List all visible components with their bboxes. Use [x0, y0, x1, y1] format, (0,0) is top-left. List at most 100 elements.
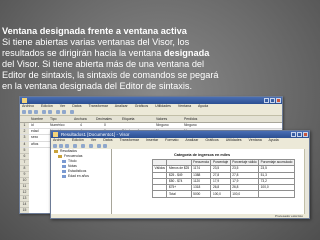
menu-graficos[interactable]: Gráficos: [205, 138, 218, 142]
show-icon[interactable]: [97, 144, 101, 148]
cell-width[interactable]: 4: [80, 123, 82, 128]
row-number: 4: [20, 141, 29, 147]
table-cell: 100,0: [229, 190, 260, 198]
menu-archivo[interactable]: Archivo: [22, 104, 34, 108]
col-nombre: Nombre: [31, 117, 44, 121]
variables-icon[interactable]: [62, 110, 66, 114]
cell-type[interactable]: Numérico: [50, 123, 65, 128]
app-icon: [53, 132, 58, 137]
header-cell: Frecuencia: [190, 158, 212, 167]
tree-label: Resultados: [60, 149, 77, 153]
save-icon[interactable]: [28, 110, 32, 114]
close-icon[interactable]: [303, 132, 308, 137]
folder-icon: [54, 150, 58, 153]
menu-archivo[interactable]: Archivo: [53, 138, 65, 142]
maximize-icon[interactable]: [270, 98, 275, 103]
viewer-title: Resultados1 [Documento1] - Visor: [61, 132, 130, 137]
row-number: 3: [20, 135, 29, 141]
designate-window-icon[interactable]: [89, 144, 93, 148]
table-cell: Total: [166, 190, 192, 198]
data-editor-titlebar[interactable]: [20, 97, 282, 104]
menu-ver[interactable]: Ver: [60, 104, 65, 108]
menu-formato[interactable]: Formato: [165, 138, 178, 142]
slide-line-2: resultados se dirigirán hacia la ventana…: [2, 48, 312, 59]
viewer-window[interactable]: Resultados1 [Documento1] - Visor Archivo…: [50, 130, 310, 219]
tree-label: Título: [68, 159, 77, 163]
table-cell: 5000: [190, 190, 212, 198]
goto-data-icon[interactable]: [81, 144, 85, 148]
menu-edicion[interactable]: Edición: [41, 104, 53, 108]
minimize-icon[interactable]: [291, 132, 296, 137]
menu-datos[interactable]: Datos: [103, 138, 112, 142]
find-icon[interactable]: [70, 110, 74, 114]
cell-name[interactable]: años: [31, 142, 38, 147]
menu-utilidades[interactable]: Utilidades: [226, 138, 242, 142]
menu-ayuda[interactable]: Ayuda: [198, 104, 208, 108]
menu-ventana[interactable]: Ventana: [178, 104, 191, 108]
variable-grid-header: Nombre Tipo Anchura Decimales Etiqueta V…: [20, 116, 282, 123]
header-cell: Porcentaje: [210, 158, 231, 167]
slide-line-1: Si tiene abiertas varias ventanas del Vi…: [2, 37, 190, 47]
close-icon[interactable]: [276, 98, 281, 103]
slide-line-5: en la ventana designada del Editor de si…: [2, 81, 193, 91]
menu-analizar[interactable]: Analizar: [115, 104, 128, 108]
redo-icon[interactable]: [48, 110, 52, 114]
cell-name[interactable]: edad: [31, 129, 39, 134]
menu-ayuda[interactable]: Ayuda: [269, 138, 279, 142]
cell-name[interactable]: id: [31, 123, 34, 128]
cell-values[interactable]: Ninguno: [156, 123, 169, 128]
undo-icon[interactable]: [42, 110, 46, 114]
save-icon[interactable]: [59, 144, 63, 148]
menu-insertar[interactable]: Insertar: [146, 138, 158, 142]
vertical-scrollbar[interactable]: [304, 149, 309, 214]
table-cell: Válidos: [151, 165, 168, 173]
menu-transformar[interactable]: Transformar: [89, 104, 108, 108]
maximize-icon[interactable]: [297, 132, 302, 137]
menu-ventana[interactable]: Ventana: [249, 138, 262, 142]
print-icon[interactable]: [65, 144, 69, 148]
status-bar: Procesador está listo: [51, 214, 309, 218]
menu-edicion[interactable]: Edición: [72, 138, 84, 142]
cell-missing[interactable]: Ninguno: [184, 123, 197, 128]
menu-datos[interactable]: Datos: [72, 104, 81, 108]
header-cell: Porcentaje acumulado: [258, 158, 295, 167]
output-table-title: Categoría de ingresos en miles: [174, 153, 231, 157]
frequency-table[interactable]: Frecuencia Porcentaje Porcentaje válido …: [151, 158, 295, 198]
slide-line-2-bold: designada: [163, 48, 210, 58]
app-icon: [22, 98, 27, 103]
slide-background: Ventana designada frente a ventana activ…: [0, 0, 320, 240]
slide-title: Ventana designada frente a ventana activ…: [2, 26, 187, 36]
col-perdidos: Perdidos: [184, 117, 198, 121]
table-row: Total 5000 100,0 100,0: [151, 190, 295, 198]
col-anchura: Anchura: [74, 117, 87, 121]
output-pane[interactable]: Categoría de ingresos en miles Frecuenci…: [112, 149, 309, 218]
minimize-icon[interactable]: [264, 98, 269, 103]
open-icon[interactable]: [53, 144, 57, 148]
table-cell: [151, 190, 168, 198]
menu-transformar[interactable]: Transformar: [120, 138, 139, 142]
folder-icon: [58, 155, 62, 158]
menu-analizar[interactable]: Analizar: [185, 138, 198, 142]
slide-text: Ventana designada frente a ventana activ…: [2, 26, 312, 92]
goto-icon[interactable]: [56, 110, 60, 114]
viewer-titlebar[interactable]: Resultados1 [Documento1] - Visor: [51, 131, 309, 138]
cell-decimals[interactable]: 0: [104, 123, 106, 128]
tree-item-edad[interactable]: Edad en años: [51, 174, 111, 179]
open-icon[interactable]: [22, 110, 26, 114]
menu-utilidades[interactable]: Utilidades: [155, 104, 171, 108]
export-icon[interactable]: [73, 144, 77, 148]
row-number: 2: [20, 129, 29, 135]
menu-ver[interactable]: Ver: [91, 138, 96, 142]
menu-graficos[interactable]: Gráficos: [135, 104, 148, 108]
table-cell: [258, 190, 295, 198]
cell-name[interactable]: sexo: [31, 135, 38, 140]
print-icon[interactable]: [34, 110, 38, 114]
notes-icon: [62, 165, 66, 168]
hide-icon[interactable]: [103, 144, 107, 148]
outline-pane[interactable]: Resultados Frecuencias Título Notas Esta…: [51, 149, 112, 218]
table-cell: Menos de $25: [166, 165, 192, 173]
tree-label: Frecuencias: [64, 154, 83, 158]
data-editor-toolbar: [20, 109, 282, 116]
row-number: 1: [20, 123, 29, 129]
col-valores: Valores: [156, 117, 168, 121]
